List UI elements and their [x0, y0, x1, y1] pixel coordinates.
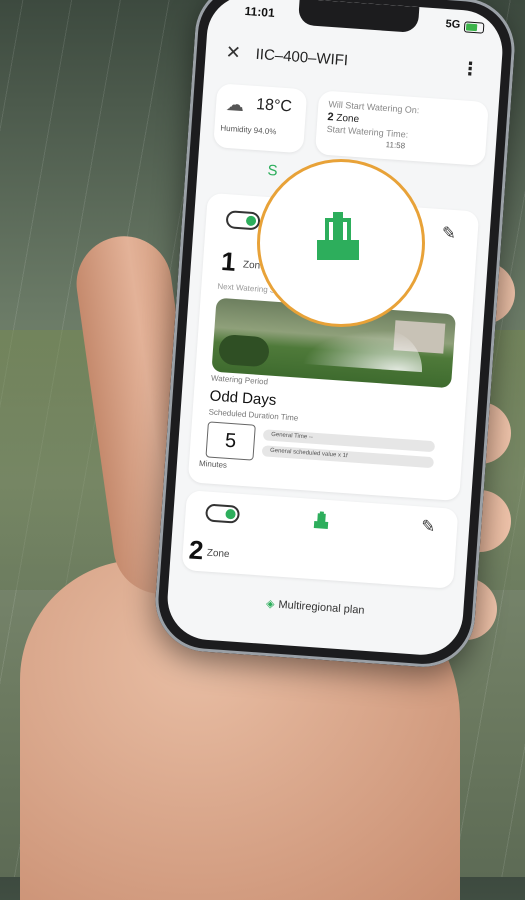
app-screen: 11:01 5G ✕ IIC–400–WIFI ⋮ ☁ 18°C Humidit… — [164, 0, 506, 658]
zone-2-toggle[interactable] — [204, 503, 241, 524]
weather-card: ☁ 18°C Humidity 94.0% — [213, 83, 308, 154]
watering-period-label: Watering Period — [210, 373, 269, 387]
zone-2-label: Zone — [206, 547, 230, 561]
next-zone-word: Zone — [335, 112, 360, 126]
humidity: Humidity 94.0% — [220, 123, 277, 137]
edit-icon[interactable]: ✎ — [420, 517, 437, 538]
plan-label: Multiregional plan — [278, 598, 365, 617]
watering-period-value: Odd Days — [209, 387, 277, 410]
app-header: ✕ IIC–400–WIFI ⋮ — [205, 38, 502, 89]
next-zone: 2 Zone — [327, 111, 359, 125]
next-zone-number: 2 — [327, 110, 335, 124]
phone: 11:01 5G ✕ IIC–400–WIFI ⋮ ☁ 18°C Humidit… — [152, 0, 518, 671]
duration-value[interactable]: 5 — [205, 421, 256, 461]
start-time-value: 11:58 — [385, 140, 406, 151]
edit-icon[interactable]: ✎ — [441, 223, 457, 244]
layers-icon: ◈ — [265, 597, 275, 611]
zone-2-number: 2 — [187, 534, 205, 566]
temperature: 18°C — [255, 95, 293, 116]
rain-cloud-icon: ☁ — [225, 93, 245, 116]
battery-icon — [463, 21, 485, 34]
duration-unit: Minutes — [198, 458, 228, 470]
sprinkler-icon — [317, 212, 359, 260]
start-time-label: Start Watering Time: — [326, 123, 409, 140]
sprinkler-icon — [313, 511, 329, 529]
network-label: 5G — [445, 17, 461, 31]
schedule-card: Will Start Watering On: 2 Zone Start Wat… — [314, 90, 489, 167]
zone-1-toggle[interactable] — [225, 210, 261, 231]
device-title: IIC–400–WIFI — [255, 45, 349, 70]
close-icon[interactable]: ✕ — [225, 42, 241, 64]
status-time: 11:01 — [244, 3, 276, 21]
zone-1-number: 1 — [220, 245, 237, 277]
zone-2-card: ✎ 2 Zone — [181, 490, 459, 589]
sprinkler-highlight-circle — [257, 159, 425, 327]
duration-label: Scheduled Duration Time — [208, 407, 299, 423]
tab-partial-label: S — [267, 161, 279, 180]
kebab-menu-icon[interactable]: ⋮ — [460, 58, 480, 80]
